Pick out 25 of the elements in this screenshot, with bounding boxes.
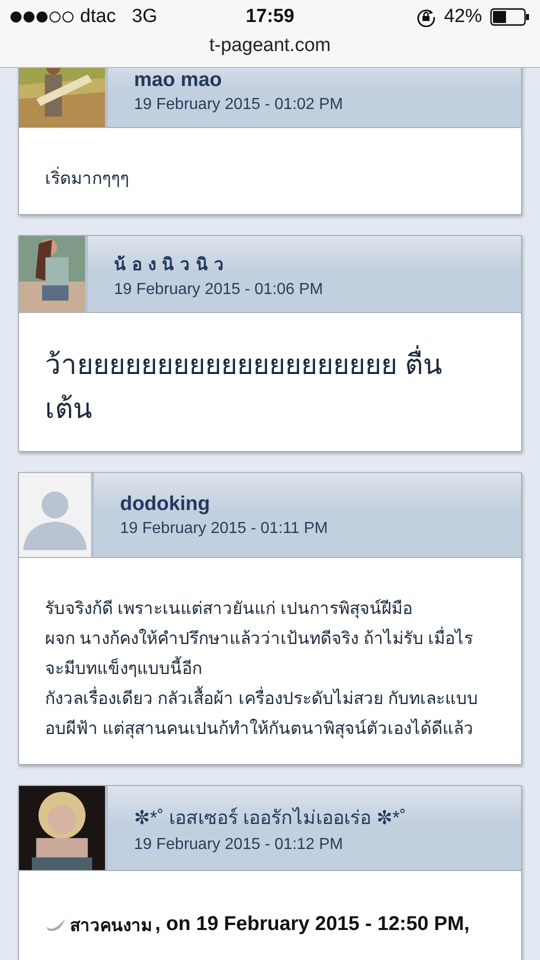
quote-author: สาวคนงาม	[70, 915, 152, 937]
battery-icon	[490, 8, 530, 26]
post-text: จะมีบทแข็งๆแบบนี้อีก	[45, 654, 495, 684]
post-date: 19 February 2015 - 01:06 PM	[114, 280, 324, 298]
quote-date: , on 19 February 2015 - 12:50 PM,	[155, 913, 470, 936]
post-text: รับจริงก้ดี เพราะเนแต่สาวยันแก่ เปนการพิสุจน์ฝีมือ	[45, 598, 414, 620]
clock-time: 17:59	[246, 6, 294, 28]
post-text: กังวลเรื่องเดียว กลัวเสื้อผ้า เครื่องประดับไม่สวย กับทเละแบบ	[45, 684, 495, 714]
post-text: ว้ายยยยยยยยยยยยยยยยยยยย ตื่นเต้น	[45, 343, 485, 431]
author-name[interactable]: ✼*˚ เอสเซอร์ เออรักไม่เออเร่อ ✼*˚	[134, 802, 406, 832]
network-type: 3G	[132, 6, 158, 28]
carrier-name: dtac	[80, 6, 116, 28]
post-date: 19 February 2015 - 01:11 PM	[120, 520, 328, 538]
post-text: ผจก นางก้คงให้คำปรึกษาแล้วว่าเป้นทดีจริง ถ้าไม่รับ เมื่อไร	[45, 624, 495, 654]
post-date: 19 February 2015 - 01:12 PM	[134, 836, 344, 854]
battery-percent: 42%	[444, 6, 482, 28]
post-text: เริ่ดมากๆๆๆ	[45, 164, 495, 194]
author-name[interactable]: dodoking	[120, 492, 328, 516]
rotation-lock-icon	[416, 7, 436, 27]
url-address[interactable]: t-pageant.com	[209, 35, 331, 56]
post-text: อบผีฟ้า แต่สุสานคนเปนก้ทำให้กันตนาพิสุจน์ตัวเองได้ดีแล้ว	[45, 718, 475, 740]
signal-icon	[10, 11, 74, 23]
post-date: 19 February 2015 - 01:02 PM	[134, 96, 344, 114]
author-name[interactable]: mao mao	[134, 68, 344, 92]
author-name[interactable]: น้องนิวนิว	[114, 250, 324, 276]
